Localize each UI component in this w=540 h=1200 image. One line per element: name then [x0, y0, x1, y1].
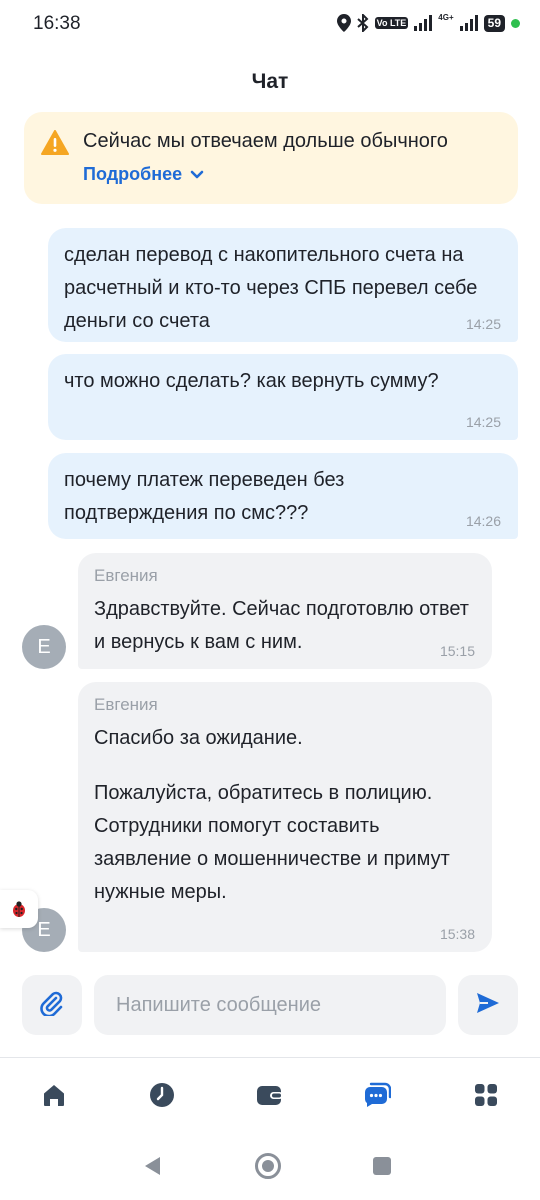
tab-chat[interactable] [362, 1082, 392, 1112]
message-time: 15:38 [439, 926, 475, 942]
message-text-2: Пожалуйста, обратитесь в полицию. Сотруд… [94, 782, 450, 903]
volte-badge: Vo LTE [374, 17, 409, 29]
back-icon[interactable] [137, 1151, 167, 1181]
message-time: 15:15 [439, 643, 475, 659]
message-text: что можно сделать? как вернуть сумму? [64, 370, 439, 392]
message-time: 14:25 [465, 316, 501, 332]
paperclip-icon [39, 990, 65, 1021]
warning-icon [41, 130, 69, 161]
tab-services[interactable] [471, 1082, 501, 1112]
ladybug-icon[interactable] [0, 890, 38, 928]
battery-icon: 59 [483, 14, 505, 32]
system-navigation [0, 1136, 540, 1200]
message-text: Здравствуйте. Сейчас подготовлю ответ и … [94, 598, 469, 653]
bluetooth-icon [356, 14, 369, 32]
message-text: Спасибо за ожидание. [94, 727, 303, 749]
network-type: 4G+ [438, 12, 454, 22]
message-incoming[interactable]: Евгения Здравствуйте. Сейчас подготовлю … [78, 553, 492, 669]
tab-home[interactable] [39, 1082, 69, 1112]
sender-name: Евгения [94, 566, 158, 585]
status-bar: 16:38 Vo LTE 4G+ 59 [0, 0, 540, 52]
bottom-tabbar [0, 1058, 540, 1136]
status-icons: Vo LTE 4G+ 59 [336, 12, 520, 32]
services-icon [474, 1083, 498, 1112]
more-button[interactable]: Подробнее [83, 164, 204, 185]
message-incoming[interactable]: Евгения Спасибо за ожидание. Пожалуйста,… [78, 682, 492, 952]
signal-icon-2 [459, 15, 478, 31]
message-outgoing[interactable]: что можно сделать? как вернуть сумму? 14… [48, 354, 518, 440]
location-icon [336, 14, 351, 32]
message-outgoing[interactable]: сделан перевод с накопительного счета на… [48, 228, 518, 342]
send-icon [476, 992, 500, 1019]
avatar: Е [22, 625, 66, 669]
attach-button[interactable] [22, 975, 82, 1035]
home-icon [41, 1082, 67, 1113]
more-label: Подробнее [83, 164, 183, 184]
message-time: 14:25 [465, 414, 501, 430]
chevron-down-icon [190, 164, 204, 185]
notice-text: Сейчас мы отвечаем дольше обычного [83, 130, 448, 152]
wallet-icon [256, 1083, 284, 1112]
history-icon [149, 1082, 175, 1113]
message-text: почему платеж переведен без подтверждени… [64, 469, 345, 524]
delay-notice: Сейчас мы отвечаем дольше обычного Подро… [24, 112, 518, 204]
privacy-dot-icon [511, 18, 520, 28]
send-button[interactable] [458, 975, 518, 1035]
chat-icon [363, 1082, 392, 1113]
sender-name: Евгения [94, 695, 158, 714]
page-title: Чат [251, 70, 289, 93]
signal-icon [414, 15, 433, 31]
message-input[interactable] [94, 975, 446, 1035]
message-outgoing[interactable]: почему платеж переведен без подтверждени… [48, 453, 518, 539]
recents-icon[interactable] [367, 1151, 397, 1181]
home-circle-icon[interactable] [253, 1151, 283, 1181]
tab-history[interactable] [147, 1082, 177, 1112]
message-text: сделан перевод с накопительного счета на… [64, 244, 478, 332]
tab-wallet[interactable] [255, 1082, 285, 1112]
message-time: 14:26 [465, 513, 501, 529]
status-time: 16:38 [33, 13, 81, 34]
